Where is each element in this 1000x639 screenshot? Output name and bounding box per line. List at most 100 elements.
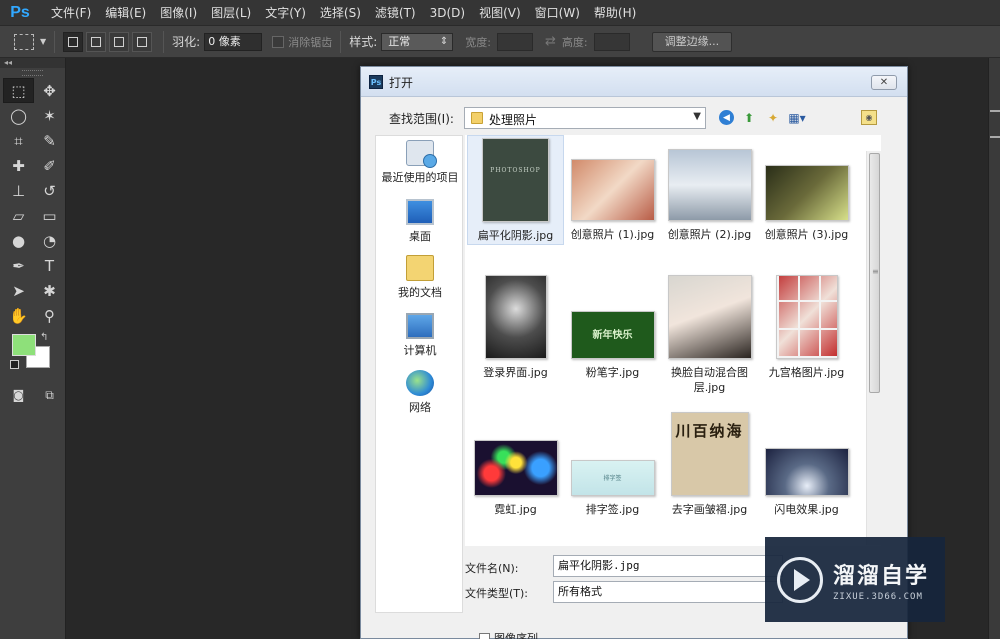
file-item[interactable]: 闪电效果.jpg	[758, 410, 855, 517]
crop-icon[interactable]: ⌗	[3, 128, 34, 153]
close-button[interactable]: ✕	[871, 75, 897, 90]
swap-colors-icon[interactable]: ↰	[40, 332, 48, 343]
menu-filter[interactable]: 滤镜(T)	[368, 0, 423, 26]
grip-icon: ≡	[872, 267, 879, 276]
place-recent[interactable]: 最近使用的项目	[376, 140, 464, 185]
file-item[interactable]: 创意照片 (2).jpg	[661, 135, 758, 242]
brush-icon[interactable]: ✐	[34, 153, 65, 178]
feather-input[interactable]: 0 像素	[204, 32, 263, 51]
magic-wand-icon[interactable]: ✶	[34, 103, 65, 128]
new-folder-icon[interactable]: ✦	[764, 110, 782, 126]
view-menu-icon[interactable]: ▦▾	[788, 110, 806, 126]
file-item[interactable]: 川百纳海 去字画皱褶.jpg	[661, 410, 758, 517]
eyedropper-icon[interactable]: ✎	[34, 128, 65, 153]
menu-view[interactable]: 视图(V)	[472, 0, 528, 26]
menu-edit[interactable]: 编辑(E)	[98, 0, 153, 26]
refine-edge-button[interactable]: 调整边缘...	[651, 31, 733, 52]
place-desktop[interactable]: 桌面	[376, 199, 464, 244]
file-item[interactable]: 创意照片 (3).jpg	[758, 135, 855, 242]
zoom-icon[interactable]: ⚲	[34, 303, 65, 328]
menu-image[interactable]: 图像(I)	[153, 0, 204, 26]
file-item[interactable]: 霓虹.jpg	[467, 410, 564, 517]
divider	[163, 30, 165, 53]
screen-mode-icon[interactable]: ⧉	[34, 384, 65, 406]
custom-shape-icon[interactable]: ✱	[34, 278, 65, 303]
panel-grip[interactable]	[22, 70, 43, 76]
path-selection-icon[interactable]: ➤	[3, 278, 34, 303]
healing-brush-icon[interactable]: ✚	[3, 153, 34, 178]
panel-icon[interactable]	[990, 110, 1000, 122]
menu-select[interactable]: 选择(S)	[313, 0, 368, 26]
subtract-selection-button[interactable]	[109, 31, 130, 52]
place-label: 计算机	[403, 344, 437, 357]
gradient-icon[interactable]: ▭	[34, 203, 65, 228]
menu-window[interactable]: 窗口(W)	[528, 0, 587, 26]
file-item[interactable]: 登录界面.jpg	[467, 273, 564, 380]
file-thumbnail: 川百纳海	[670, 412, 749, 496]
default-colors-icon[interactable]	[10, 360, 19, 369]
eraser-icon[interactable]: ▱	[3, 203, 34, 228]
play-logo-icon	[777, 556, 823, 603]
image-sequence-checkbox[interactable]	[479, 632, 490, 639]
quick-mask-icon[interactable]: ◙	[3, 384, 34, 406]
back-icon[interactable]: ◀	[719, 110, 734, 125]
tool-preset-picker[interactable]	[14, 33, 34, 50]
file-item[interactable]: 新年快乐 粉笔字.jpg	[564, 273, 661, 380]
menu-type[interactable]: 文字(Y)	[258, 0, 313, 26]
blur-icon[interactable]: ●	[3, 228, 34, 253]
foreground-color-swatch[interactable]	[12, 334, 36, 356]
panel-icon[interactable]	[990, 136, 1000, 148]
pen-icon[interactable]: ✒	[3, 253, 34, 278]
hand-icon[interactable]: ✋	[3, 303, 34, 328]
type-icon[interactable]: T	[34, 253, 65, 278]
file-list: PHOTOSHOP 扁平化阴影.jpg 创意照片 (1).jpg 创意照片 (2…	[465, 135, 881, 546]
chevron-down-icon[interactable]: ▼	[693, 111, 701, 122]
image-sequence-option[interactable]: 图像序列	[479, 630, 538, 639]
place-computer[interactable]: 计算机	[376, 313, 464, 358]
swap-icon[interactable]: ⇄	[545, 34, 556, 49]
menu-help[interactable]: 帮助(H)	[587, 0, 643, 26]
filename-input[interactable]: 扁平化阴影.jpg	[553, 555, 783, 577]
chevron-down-icon[interactable]: ▼	[40, 37, 46, 46]
dialog-titlebar[interactable]: Ps 打开 ✕	[361, 67, 907, 97]
style-select[interactable]: 正常	[381, 32, 454, 51]
options-bar: ▼ 羽化: 0 像素 消除锯齿 样式: 正常 宽度: ⇄ 高度: 调整边缘...	[0, 26, 1000, 58]
navigation-toolbar: ◀ ⬆ ✦ ▦▾	[719, 110, 806, 126]
file-thumbnail	[484, 275, 547, 359]
folder-options-icon[interactable]: ◉	[861, 110, 877, 125]
lasso-icon[interactable]: ◯	[3, 103, 34, 128]
collapse-icon[interactable]: ◂◂	[0, 58, 65, 68]
menu-layer[interactable]: 图层(L)	[204, 0, 258, 26]
clone-stamp-icon[interactable]: ⊥	[3, 178, 34, 203]
place-documents[interactable]: 我的文档	[376, 255, 464, 300]
antialias-checkbox[interactable]	[272, 35, 285, 48]
add-selection-button[interactable]	[86, 31, 107, 52]
place-label: 桌面	[409, 230, 431, 243]
height-field[interactable]	[593, 32, 630, 51]
desktop-icon	[406, 199, 434, 225]
width-field[interactable]	[496, 32, 533, 51]
menu-file[interactable]: 文件(F)	[44, 0, 98, 26]
move-icon[interactable]: ✥	[34, 78, 65, 103]
place-label: 我的文档	[398, 286, 442, 299]
menu-3d[interactable]: 3D(D)	[423, 0, 472, 26]
new-selection-button[interactable]	[63, 31, 84, 52]
dodge-icon[interactable]: ◔	[34, 228, 65, 253]
file-list-scrollbar[interactable]: ≡	[866, 151, 882, 545]
file-thumbnail	[570, 159, 655, 221]
up-folder-icon[interactable]: ⬆	[740, 110, 758, 126]
file-item[interactable]: 换脸自动混合图层.jpg	[661, 273, 758, 395]
file-item[interactable]: 九宫格图片.jpg	[758, 273, 855, 380]
file-item[interactable]: 创意照片 (1).jpg	[564, 135, 661, 242]
divider	[54, 30, 56, 53]
history-brush-icon[interactable]: ↺	[34, 178, 65, 203]
file-thumbnail: PHOTOSHOP	[482, 138, 549, 222]
documents-icon	[406, 255, 434, 281]
file-item[interactable]: 排字签 排字签.jpg	[564, 410, 661, 517]
intersect-selection-button[interactable]	[132, 31, 153, 52]
place-network[interactable]: 网络	[376, 370, 464, 415]
file-item[interactable]: PHOTOSHOP 扁平化阴影.jpg	[467, 135, 564, 245]
look-in-dropdown[interactable]: 处理照片 ▼	[464, 107, 706, 129]
rectangular-marquee-icon[interactable]: ⬚	[3, 78, 34, 103]
filetype-select[interactable]: 所有格式	[553, 581, 783, 603]
